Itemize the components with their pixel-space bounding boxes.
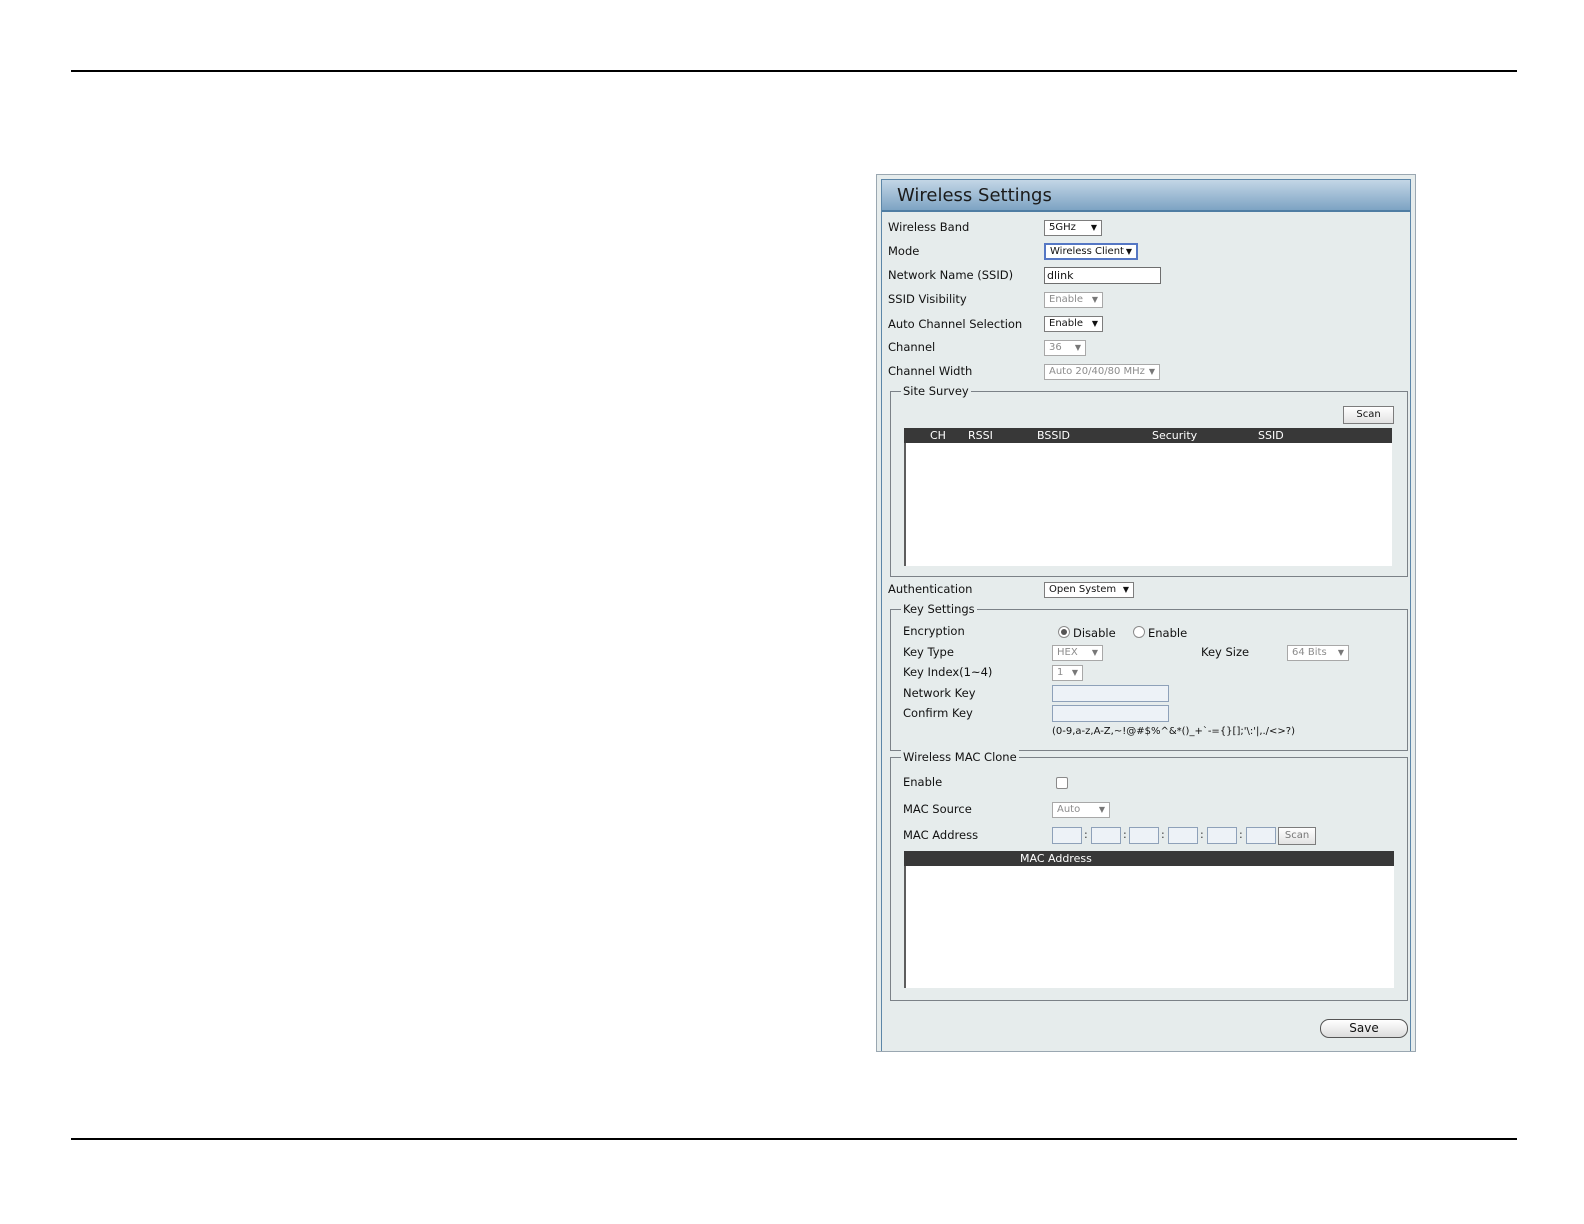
auto-channel-select[interactable]: Enable ▼ [1044, 316, 1103, 332]
site-survey-scan-button[interactable]: Scan [1343, 406, 1394, 424]
mac-octet-3-input[interactable] [1129, 827, 1159, 844]
bottom-rule [71, 1138, 1517, 1140]
mac-separator: : [1123, 828, 1127, 841]
site-survey-table-body[interactable] [904, 443, 1392, 566]
mac-octet-1-input[interactable] [1052, 827, 1082, 844]
network-key-label: Network Key [903, 686, 976, 700]
mac-octet-2-input[interactable] [1091, 827, 1121, 844]
authentication-label: Authentication [888, 582, 973, 596]
ssid-visibility-select[interactable]: Enable ▼ [1044, 292, 1103, 308]
chevron-down-icon: ▼ [1090, 223, 1097, 232]
mac-clone-enable-label: Enable [903, 775, 943, 789]
panel-title: Wireless Settings [897, 185, 1052, 206]
mac-octet-4-input[interactable] [1168, 827, 1198, 844]
key-type-label: Key Type [903, 645, 954, 659]
channel-label: Channel [888, 340, 936, 354]
key-index-value: 1 [1057, 667, 1064, 678]
chevron-down-icon: ▼ [1148, 367, 1155, 376]
mac-scan-button[interactable]: Scan [1278, 827, 1316, 845]
chevron-down-icon: ▼ [1098, 805, 1105, 814]
key-settings-legend: Key Settings [901, 602, 977, 616]
confirm-key-input[interactable] [1052, 705, 1169, 722]
chevron-down-icon: ▼ [1091, 295, 1098, 304]
mac-separator: : [1161, 828, 1165, 841]
wireless-band-select[interactable]: 5GHz ▼ [1044, 220, 1102, 236]
mac-source-select[interactable]: Auto ▼ [1052, 802, 1110, 818]
key-type-select[interactable]: HEX ▼ [1052, 645, 1103, 661]
column-mac-address: MAC Address [1020, 852, 1092, 865]
encryption-label: Encryption [903, 624, 965, 638]
chevron-down-icon: ▼ [1122, 585, 1129, 594]
column-ssid: SSID [1258, 429, 1284, 442]
ssid-label: Network Name (SSID) [888, 268, 1014, 282]
column-security: Security [1152, 429, 1198, 442]
ssid-visibility-value: Enable [1049, 294, 1084, 305]
mode-label: Mode [888, 244, 920, 258]
chevron-down-icon: ▼ [1125, 247, 1132, 256]
mac-separator: : [1084, 828, 1088, 841]
key-index-select[interactable]: 1 ▼ [1052, 665, 1083, 681]
encryption-disable-radio[interactable] [1058, 626, 1070, 638]
wireless-band-label: Wireless Band [888, 220, 970, 234]
save-button[interactable]: Save [1320, 1019, 1408, 1038]
column-ch: CH [930, 429, 946, 442]
channel-select[interactable]: 36 ▼ [1044, 340, 1086, 356]
network-key-input[interactable] [1052, 685, 1169, 702]
panel-header: Wireless Settings [882, 180, 1410, 212]
mac-octet-6-input[interactable] [1246, 827, 1276, 844]
top-rule [71, 70, 1517, 72]
wireless-settings-panel: Wireless Settings Wireless Band 5GHz ▼ M… [876, 174, 1416, 1052]
channel-width-value: Auto 20/40/80 MHz [1049, 366, 1145, 377]
key-size-select[interactable]: 64 Bits ▼ [1287, 645, 1349, 661]
mac-source-label: MAC Source [903, 802, 972, 816]
panel-inner: Wireless Settings Wireless Band 5GHz ▼ M… [881, 179, 1411, 1051]
mac-octet-5-input[interactable] [1207, 827, 1237, 844]
column-bssid: BSSID [1037, 429, 1071, 442]
auto-channel-label: Auto Channel Selection [888, 317, 1023, 331]
chevron-down-icon: ▼ [1091, 648, 1098, 657]
authentication-select[interactable]: Open System ▼ [1044, 582, 1134, 598]
chevron-down-icon: ▼ [1071, 668, 1078, 677]
ssid-visibility-label: SSID Visibility [888, 292, 967, 306]
mac-table-body[interactable] [904, 866, 1394, 988]
encryption-enable-label: Enable [1148, 626, 1188, 640]
mac-address-label: MAC Address [903, 828, 979, 842]
mac-clone-enable-checkbox[interactable] [1056, 777, 1068, 789]
mode-value: Wireless Client [1050, 246, 1124, 257]
chevron-down-icon: ▼ [1337, 648, 1344, 657]
auto-channel-value: Enable [1049, 318, 1084, 329]
channel-width-label: Channel Width [888, 364, 973, 378]
mode-select[interactable]: Wireless Client ▼ [1044, 243, 1138, 260]
confirm-key-label: Confirm Key [903, 706, 973, 720]
mac-clone-fieldset: Wireless MAC Clone Enable MAC Source Aut… [890, 750, 1408, 1001]
site-survey-legend: Site Survey [901, 384, 971, 398]
chevron-down-icon: ▼ [1074, 343, 1081, 352]
channel-value: 36 [1049, 342, 1062, 353]
mac-clone-legend: Wireless MAC Clone [901, 750, 1019, 764]
key-settings-fieldset: Key Settings Encryption Disable Enable K… [890, 602, 1408, 751]
wireless-band-value: 5GHz [1049, 222, 1076, 233]
encryption-enable-radio[interactable] [1133, 626, 1145, 638]
mac-source-value: Auto [1057, 804, 1081, 815]
encryption-disable-label: Disable [1073, 626, 1116, 640]
channel-width-select[interactable]: Auto 20/40/80 MHz ▼ [1044, 364, 1160, 380]
mac-table-header: MAC Address [904, 851, 1394, 866]
chevron-down-icon: ▼ [1091, 319, 1098, 328]
mac-separator: : [1239, 828, 1243, 841]
key-type-value: HEX [1057, 647, 1078, 658]
key-size-label: Key Size [1201, 645, 1250, 659]
mac-separator: : [1200, 828, 1204, 841]
ssid-input[interactable]: dlink [1044, 267, 1161, 284]
site-survey-fieldset: Site Survey Scan CH RSSI BSSID Security … [890, 384, 1408, 577]
site-survey-table-header: CH RSSI BSSID Security SSID [904, 428, 1392, 443]
column-rssi: RSSI [968, 429, 993, 442]
authentication-value: Open System [1049, 584, 1117, 595]
key-index-label: Key Index(1~4) [903, 665, 993, 679]
key-allowed-characters-hint: (0-9,a-z,A-Z,~!@#$%^&*()_+`-={}[];'\:'|,… [1052, 726, 1296, 737]
key-size-value: 64 Bits [1292, 647, 1327, 658]
